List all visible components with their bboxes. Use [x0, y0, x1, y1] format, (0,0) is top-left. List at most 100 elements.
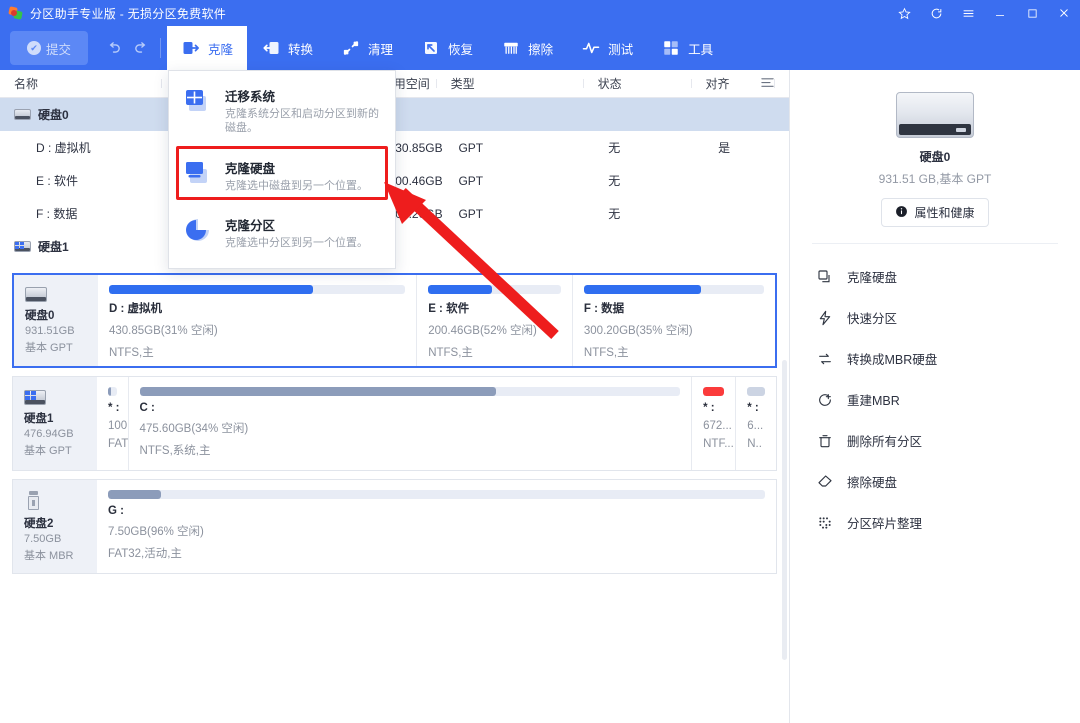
partition-usage-bar: [109, 285, 406, 294]
partition-fs: FAT...: [108, 438, 128, 450]
column-header-type-scheme[interactable]: 类型: [437, 75, 584, 92]
partition-block[interactable]: * : 672... NTF...: [691, 377, 735, 470]
convert-icon: [261, 38, 281, 58]
app-logo-icon: [8, 6, 23, 20]
partition-block[interactable]: G : 7.50GB(96% 空闲) FAT32,活动,主: [97, 480, 776, 573]
disk-card-scheme: 基本 GPT: [24, 444, 72, 457]
minimize-icon[interactable]: [984, 0, 1016, 26]
favorite-icon[interactable]: [888, 0, 920, 26]
partition-usage-bar: [583, 285, 764, 294]
tools-icon: [661, 38, 681, 58]
menu-item-migrate-os[interactable]: 迁移系统 克隆系统分区和启动分区到新的磁盘。: [169, 75, 395, 147]
toolbar-item-label: 恢复: [448, 42, 474, 57]
partition-size: 300.20GB(35% 空闲): [583, 325, 693, 337]
disk-card-name: 硬盘0: [25, 309, 55, 322]
partition-block[interactable]: E : 软件 200.46GB(52% 空闲) NTFS,主: [416, 275, 572, 366]
submit-button-label: 提交: [45, 42, 71, 57]
ssd-icon: [14, 241, 31, 252]
disk-card-0[interactable]: 硬盘0 931.51GB 基本 GPT D : 虚拟机 430.85GB(31%…: [12, 273, 777, 368]
disk-card-2[interactable]: 硬盘2 7.50GB 基本 MBR G : 7.50GB(96% 空闲) FAT…: [12, 479, 777, 574]
partition-label: C :: [139, 402, 155, 414]
toolbar-item-label: 转换: [288, 42, 314, 57]
partition-fs: NTFS,主: [428, 347, 473, 359]
close-icon[interactable]: [1048, 0, 1080, 26]
disk-action-list: 克隆硬盘 快速分区 转换成MBR硬盘 重建MBR 删除所有分区 擦除硬盘 分区碎…: [790, 244, 1080, 543]
redo-button[interactable]: [128, 26, 154, 70]
action-defragment[interactable]: 分区碎片整理: [790, 502, 1080, 543]
partition-size: 7.50GB(96% 空闲): [108, 526, 204, 538]
toolbar-item-convert[interactable]: 转换: [247, 26, 327, 70]
partition-size: 430.85GB(31% 空闲): [109, 325, 218, 337]
action-quick-partition[interactable]: 快速分区: [790, 297, 1080, 338]
partition-strip: * : 100... FAT... C : 475.60GB(34% 空闲) N…: [97, 377, 776, 470]
hdd-large-icon: [896, 92, 974, 138]
menu-item-clone-partition[interactable]: 克隆分区 克隆选中分区到另一个位置。: [169, 204, 395, 262]
disk-card-side: 硬盘2 7.50GB 基本 MBR: [13, 480, 97, 573]
undo-redo-group: [100, 26, 154, 70]
hdd-icon: [14, 109, 31, 120]
toolbar-item-clone[interactable]: 克隆: [167, 26, 248, 70]
column-settings-icon[interactable]: [760, 75, 775, 93]
undo-button[interactable]: [100, 26, 126, 70]
partition-usage-bar: [108, 387, 117, 396]
row-name: D : 虚拟机: [36, 141, 91, 155]
partition-label: E : 软件: [428, 303, 470, 315]
partition-block[interactable]: * : 100... FAT...: [97, 377, 128, 470]
partition-block[interactable]: F : 数据 300.20GB(35% 空闲) NTFS,主: [571, 275, 775, 366]
disk-card-name: 硬盘1: [24, 412, 54, 425]
toolbar-item-label: 工具: [688, 42, 714, 57]
clone-disk-icon: [183, 158, 213, 188]
partition-size: 6...: [747, 420, 764, 432]
submit-button[interactable]: ✔ 提交: [10, 31, 88, 65]
row-name: 硬盘0: [38, 108, 69, 122]
toolbar-item-label: 擦除: [528, 42, 554, 57]
action-convert-to-mbr[interactable]: 转换成MBR硬盘: [790, 338, 1080, 379]
test-icon: [581, 38, 601, 58]
maximize-icon[interactable]: [1016, 0, 1048, 26]
partition-label: * :: [747, 402, 759, 414]
row-align: 是: [718, 141, 731, 155]
action-delete-all-partitions[interactable]: 删除所有分区: [790, 420, 1080, 461]
toolbar-item-recover[interactable]: 恢复: [407, 26, 487, 70]
main-toolbar: ✔ 提交 克隆 转换 清理 恢复 擦除 测试 工具: [0, 26, 1080, 70]
partition-size: 475.60GB(34% 空闲): [139, 423, 249, 435]
clone-dropdown-menu: 迁移系统 克隆系统分区和启动分区到新的磁盘。 克隆硬盘 克隆选中磁盘到另一个位置…: [168, 70, 396, 269]
left-pane: 名称 类型 容量 已用空间 类型 状态 对齐 硬盘0 基本 GPT 931.51…: [0, 70, 790, 723]
eraser-icon: [816, 473, 834, 491]
partition-block[interactable]: * : 6... N..: [735, 377, 776, 470]
toolbar-item-test[interactable]: 测试: [567, 26, 647, 70]
right-panel: 硬盘0 931.51 GB,基本 GPT 属性和健康 克隆硬盘 快速分区 转换成…: [790, 70, 1080, 723]
partition-fs: NTFS,主: [583, 347, 629, 359]
partition-block[interactable]: D : 虚拟机 430.85GB(31% 空闲) NTFS,主: [98, 275, 416, 366]
toolbar-item-tools[interactable]: 工具: [647, 26, 727, 70]
action-rebuild-mbr[interactable]: 重建MBR: [790, 379, 1080, 420]
lightning-icon: [816, 309, 834, 327]
menu-item-clone-disk[interactable]: 克隆硬盘 克隆选中磁盘到另一个位置。: [169, 147, 395, 205]
toolbar-item-cleanup[interactable]: 清理: [327, 26, 407, 70]
menu-item-description: 克隆选中磁盘到另一个位置。: [225, 179, 368, 192]
partition-label: D : 虚拟机: [109, 303, 163, 315]
toolbar-item-wipe[interactable]: 擦除: [487, 26, 567, 70]
action-wipe-disk[interactable]: 擦除硬盘: [790, 461, 1080, 502]
clone-icon: [181, 38, 201, 58]
left-pane-scrollbar[interactable]: [782, 360, 787, 660]
partition-size: 200.46GB(52% 空闲): [428, 325, 537, 337]
disk-summary-info: 931.51 GB,基本 GPT: [878, 172, 992, 186]
column-header-status[interactable]: 状态: [584, 75, 692, 92]
row-name: 硬盘1: [38, 240, 69, 254]
row-scheme: GPT: [458, 206, 484, 221]
migrate-os-icon: [183, 86, 213, 116]
toolbar-item-label: 测试: [608, 42, 634, 57]
row-scheme: GPT: [458, 140, 484, 155]
properties-and-health-button[interactable]: 属性和健康: [881, 198, 989, 227]
action-clone-disk[interactable]: 克隆硬盘: [790, 256, 1080, 297]
partition-block[interactable]: C : 475.60GB(34% 空闲) NTFS,系统,主: [127, 377, 692, 470]
ssd-icon: [24, 389, 46, 405]
column-header-name[interactable]: 名称: [0, 75, 162, 92]
clone-disk-icon: [816, 268, 834, 286]
cleanup-icon: [341, 38, 361, 58]
action-label: 快速分区: [847, 312, 898, 326]
refresh-icon[interactable]: [920, 0, 952, 26]
menu-icon[interactable]: [952, 0, 984, 26]
disk-card-1[interactable]: 硬盘1 476.94GB 基本 GPT * : 100... FAT... C …: [12, 376, 777, 471]
